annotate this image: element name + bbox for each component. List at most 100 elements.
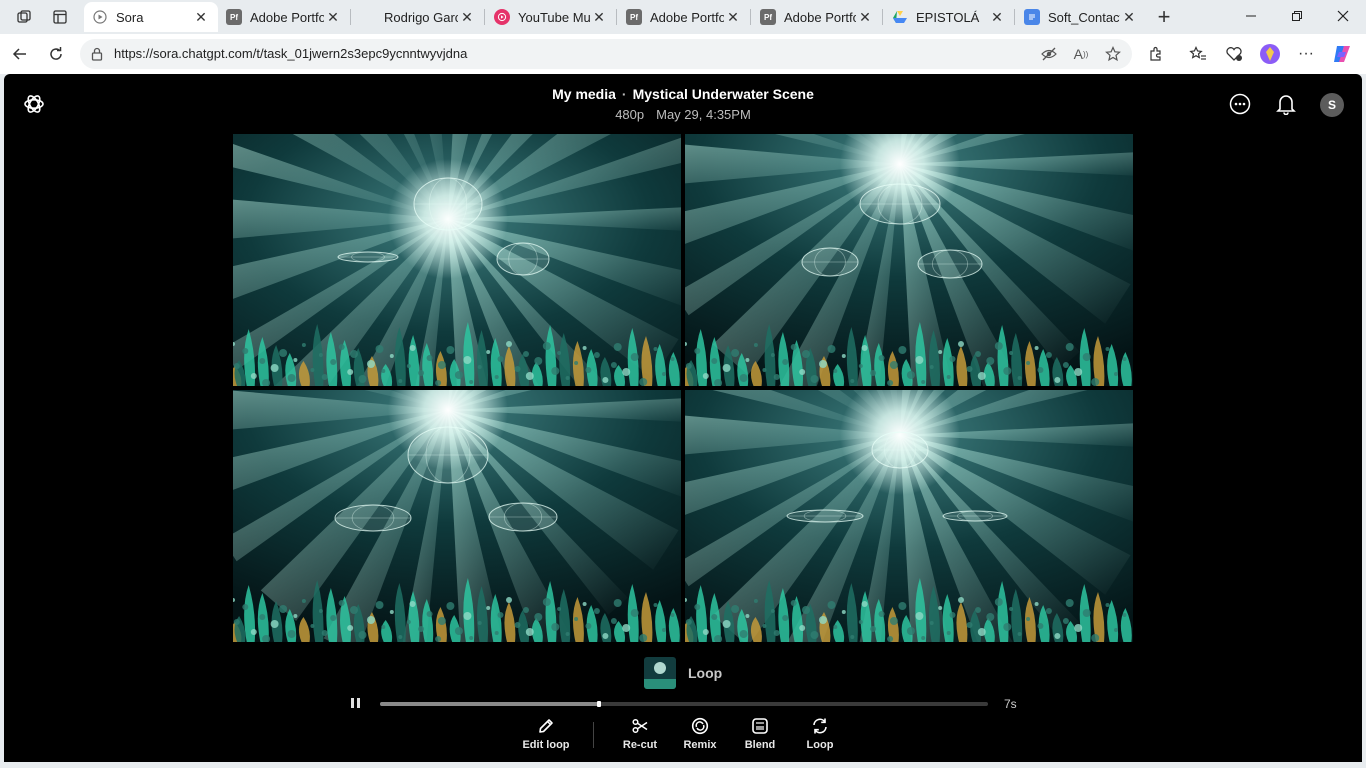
adobe-portfolio-icon: Pf bbox=[760, 9, 776, 25]
close-tab-icon[interactable]: ✕ bbox=[856, 8, 874, 26]
remix-button[interactable]: Remix bbox=[670, 716, 730, 756]
tab-title: Adobe Portfo bbox=[784, 9, 856, 25]
back-icon[interactable] bbox=[6, 41, 34, 67]
tab-title: Adobe Portfo bbox=[650, 9, 724, 25]
tab-title: Rodrigo Garc bbox=[384, 9, 458, 25]
address-bar[interactable]: https://sora.chatgpt.com/t/task_01jwern2… bbox=[80, 39, 1132, 69]
tab-title: EPISTOLÁ bbox=[916, 9, 980, 25]
tab-divider bbox=[484, 9, 485, 25]
browser-toolbar: https://sora.chatgpt.com/t/task_01jwern2… bbox=[0, 34, 1366, 74]
breadcrumb-separator: · bbox=[621, 86, 627, 102]
sora-page: My media · Mystical Underwater Scene 480p M… bbox=[4, 74, 1362, 762]
close-tab-icon[interactable]: ✕ bbox=[988, 8, 1006, 26]
close-tab-icon[interactable]: ✕ bbox=[192, 8, 210, 26]
scissors-icon bbox=[630, 716, 650, 736]
tab-title: Adobe Portfo bbox=[250, 9, 324, 25]
refresh-icon[interactable] bbox=[42, 41, 70, 67]
pencil-icon bbox=[536, 716, 556, 736]
close-tab-icon[interactable]: ✕ bbox=[590, 8, 608, 26]
close-tab-icon[interactable]: ✕ bbox=[324, 8, 342, 26]
adobe-portfolio-icon: Pf bbox=[226, 9, 242, 25]
new-tab-button[interactable]: + bbox=[1150, 4, 1178, 30]
action-divider bbox=[593, 722, 594, 748]
tab-divider bbox=[616, 9, 617, 25]
page-title: My media · Mystical Underwater Scene bbox=[4, 86, 1362, 102]
action-label: Loop bbox=[806, 739, 834, 751]
more-menu-icon[interactable] bbox=[1228, 92, 1252, 116]
blend-icon bbox=[750, 716, 770, 736]
blend-button[interactable]: Blend bbox=[730, 716, 790, 756]
tab-rodrigo[interactable]: Rodrigo Garc ✕ bbox=[352, 2, 484, 32]
close-tab-icon[interactable]: ✕ bbox=[1120, 8, 1138, 26]
restore-icon[interactable] bbox=[1274, 0, 1320, 32]
scrubber-handle[interactable] bbox=[596, 701, 601, 707]
tab-adobe-portfolio-2[interactable]: Pf Adobe Portfo ✕ bbox=[618, 2, 750, 32]
workspaces-icon[interactable] bbox=[10, 4, 38, 30]
action-label: Edit loop bbox=[522, 739, 570, 751]
tab-divider bbox=[350, 9, 351, 25]
sora-play-icon bbox=[92, 9, 108, 25]
video-tile-4[interactable] bbox=[685, 390, 1133, 642]
action-label: Remix bbox=[683, 739, 717, 751]
resolution-label: 480p bbox=[615, 107, 645, 122]
loop-icon bbox=[810, 716, 830, 736]
video-tile-2[interactable] bbox=[685, 134, 1133, 386]
profile-extension-icon[interactable] bbox=[1258, 42, 1282, 66]
copilot-icon[interactable] bbox=[1330, 42, 1354, 66]
timestamp-label: May 29, 4:35PM bbox=[656, 107, 751, 122]
tab-divider bbox=[882, 9, 883, 25]
duration-label: 7s bbox=[1004, 697, 1017, 711]
tab-title: Soft_Contact_ bbox=[1048, 9, 1120, 25]
minimize-icon[interactable] bbox=[1228, 0, 1274, 32]
lock-icon[interactable] bbox=[88, 45, 106, 63]
favorites-icon[interactable] bbox=[1186, 42, 1210, 66]
loop-button[interactable]: Loop bbox=[790, 716, 850, 756]
progress-fill bbox=[380, 702, 599, 706]
read-aloud-icon[interactable]: A)) bbox=[1072, 45, 1090, 63]
google-drive-icon bbox=[892, 9, 908, 25]
extensions-icon[interactable] bbox=[1144, 42, 1168, 66]
close-tab-icon[interactable]: ✕ bbox=[724, 8, 742, 26]
tab-soft-contact[interactable]: Soft_Contact_ ✕ bbox=[1016, 2, 1146, 32]
video-title: Mystical Underwater Scene bbox=[632, 86, 814, 102]
tab-adobe-portfolio-3[interactable]: Pf Adobe Portfo ✕ bbox=[752, 2, 882, 32]
tab-youtube-music[interactable]: YouTube Mus ✕ bbox=[486, 2, 616, 32]
more-options-icon[interactable]: ··· bbox=[1294, 42, 1318, 66]
action-label: Blend bbox=[744, 739, 776, 751]
tab-divider bbox=[1014, 9, 1015, 25]
tab-epistola[interactable]: EPISTOLÁ ✕ bbox=[884, 2, 1014, 32]
vertical-tabs-icon[interactable] bbox=[46, 4, 74, 30]
close-tab-icon[interactable]: ✕ bbox=[458, 8, 476, 26]
tab-divider bbox=[750, 9, 751, 25]
re-cut-button[interactable]: Re-cut bbox=[610, 716, 670, 756]
video-tile-1[interactable] bbox=[233, 134, 681, 386]
pause-button[interactable] bbox=[348, 696, 362, 710]
loop-label: Loop bbox=[688, 665, 723, 681]
browser-tab-strip: Sora ✕ Pf Adobe Portfo ✕ Rodrigo Garc ✕ … bbox=[0, 0, 1366, 34]
tab-sora[interactable]: Sora ✕ bbox=[84, 2, 218, 32]
action-label: Re-cut bbox=[622, 739, 658, 751]
video-meta: 480p May 29, 4:35PM bbox=[4, 107, 1362, 122]
url-text: https://sora.chatgpt.com/t/task_01jwern2… bbox=[114, 46, 468, 61]
close-window-icon[interactable] bbox=[1320, 0, 1366, 32]
edit-loop-button[interactable]: Edit loop bbox=[516, 716, 576, 756]
video-grid bbox=[233, 134, 1133, 642]
tab-title: YouTube Mus bbox=[518, 9, 590, 25]
tab-title: Sora bbox=[116, 9, 144, 25]
loop-thumbnail bbox=[644, 657, 676, 689]
notifications-bell-icon[interactable] bbox=[1274, 92, 1298, 116]
breadcrumb-my-media[interactable]: My media bbox=[552, 86, 616, 102]
youtube-music-icon bbox=[494, 9, 510, 25]
google-docs-icon bbox=[1024, 9, 1040, 25]
favorite-star-icon[interactable] bbox=[1104, 45, 1122, 63]
browser-essentials-icon[interactable] bbox=[1222, 42, 1246, 66]
blank-page-icon bbox=[360, 9, 376, 25]
remix-icon bbox=[690, 716, 710, 736]
video-tile-3[interactable] bbox=[233, 390, 681, 642]
tracking-prevention-icon[interactable] bbox=[1040, 45, 1058, 63]
adobe-portfolio-icon: Pf bbox=[626, 9, 642, 25]
progress-track[interactable] bbox=[380, 701, 988, 707]
loop-indicator[interactable]: Loop bbox=[644, 657, 722, 689]
tab-adobe-portfolio-1[interactable]: Pf Adobe Portfo ✕ bbox=[218, 2, 350, 32]
avatar[interactable]: S bbox=[1320, 93, 1344, 117]
